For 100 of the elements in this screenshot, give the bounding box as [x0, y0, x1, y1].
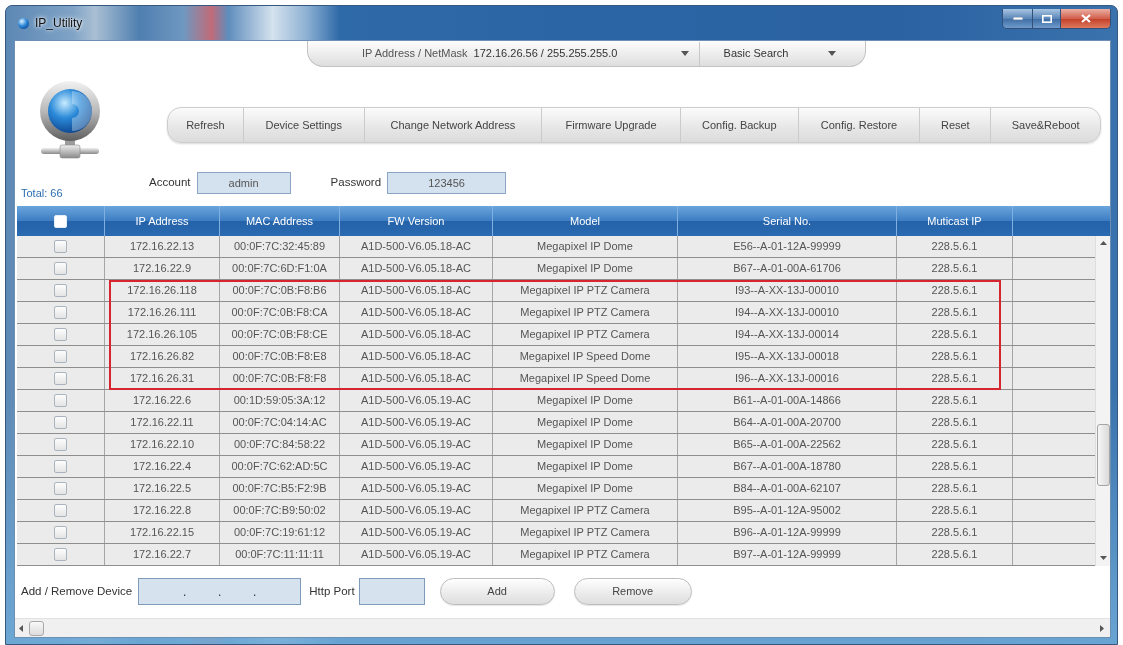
toolbar-button[interactable]: Firmware Upgrade	[542, 108, 681, 142]
table-cell: 228.5.6.1	[896, 258, 1013, 279]
table-cell: Megapixel IP Dome	[492, 478, 677, 499]
add-button[interactable]: Add	[439, 578, 555, 605]
remove-button[interactable]: Remove	[573, 578, 692, 605]
table-cell: 228.5.6.1	[896, 456, 1013, 477]
row-checkbox[interactable]	[54, 372, 67, 385]
row-checkbox[interactable]	[54, 482, 67, 495]
caret-icon	[680, 51, 689, 56]
table-row[interactable]: 172.16.22.5 00:0F:7C:B5:F2:9B A1D-500-V6.05.19-AC Megapixel IP Dome B84--A-01-00A-62107 228.5.6.1	[17, 478, 1095, 500]
table-row[interactable]: 172.16.26.31 00:0F:7C:0B:F8:F8 A1D-500-V6.05.18-AC Megapixel IP Speed Dome I96--A-XX-13J-00016 228.5.6.1	[17, 368, 1095, 390]
table-row[interactable]: 172.16.22.9 00:0F:7C:6D:F1:0A A1D-500-V6.05.18-AC Megapixel IP Dome B67--A-01-00A-61706 228.5.6.1	[17, 258, 1095, 280]
minimize-button[interactable]	[1003, 9, 1033, 28]
toolbar-button[interactable]: Change Network Address	[364, 108, 543, 142]
table-cell: 172.16.26.82	[104, 346, 219, 367]
table-row[interactable]: 172.16.22.13 00:0F:7C:32:45:89 A1D-500-V6.05.18-AC Megapixel IP Dome E56--A-01-12A-99999 228.5.6.1	[17, 236, 1095, 258]
account-field[interactable]: admin	[196, 172, 291, 194]
table-row[interactable]: 172.16.22.8 00:0F:7C:B9:50:02 A1D-500-V6.05.19-AC Megapixel IP PTZ Camera B95--A-01-12A-95002 228.5.6.1	[17, 500, 1095, 522]
row-checkbox[interactable]	[54, 526, 67, 539]
table-cell: Megapixel IP Dome	[492, 434, 677, 455]
row-checkbox[interactable]	[54, 548, 67, 561]
close-icon	[1080, 14, 1091, 23]
table-cell: Megapixel IP Speed Dome	[492, 346, 677, 367]
vertical-scrollbar[interactable]	[1095, 236, 1110, 566]
horizontal-scrollbar[interactable]	[15, 618, 1110, 637]
row-checkbox[interactable]	[54, 460, 67, 473]
table-row[interactable]: 172.16.26.118 00:0F:7C:0B:F8:B6 A1D-500-V6.05.18-AC Megapixel IP PTZ Camera I93--A-XX-13J-00010 228.5.6.1	[17, 280, 1095, 302]
total-count: Total: 66	[21, 185, 63, 201]
toolbar-button[interactable]: Device Settings	[243, 108, 365, 142]
table-cell: 172.16.22.5	[104, 478, 219, 499]
password-field[interactable]: 123456	[387, 172, 507, 194]
row-checkbox[interactable]	[54, 262, 67, 275]
row-checkbox[interactable]	[54, 504, 67, 517]
table-row[interactable]: 172.16.26.105 00:0F:7C:0B:F8:CE A1D-500-V6.05.18-AC Megapixel IP PTZ Camera I94--A-XX-13J-00014 228.5.6.1	[17, 324, 1095, 346]
down-arrow-icon[interactable]	[1100, 556, 1107, 560]
table-cell: A1D-500-V6.05.19-AC	[339, 434, 492, 455]
table-cell: Megapixel IP Dome	[492, 258, 677, 279]
ip-address-field[interactable]: . . .	[138, 578, 302, 605]
row-checkbox[interactable]	[54, 284, 67, 297]
table-cell: 228.5.6.1	[896, 346, 1013, 367]
table-row[interactable]: 172.16.22.15 00:0F:7C:19:61:12 A1D-500-V6.05.19-AC Megapixel IP PTZ Camera B96--A-01-12A-99999 228.5.6.1	[17, 522, 1095, 544]
row-checkbox[interactable]	[54, 438, 67, 451]
table-cell: Megapixel IP Speed Dome	[492, 368, 677, 389]
table-cell: A1D-500-V6.05.19-AC	[339, 478, 492, 499]
table-cell: B67--A-01-00A-61706	[677, 258, 896, 279]
right-arrow-icon[interactable]	[1100, 624, 1104, 632]
row-checkbox[interactable]	[54, 350, 67, 363]
table-cell: Megapixel IP Dome	[492, 456, 677, 477]
row-checkbox[interactable]	[54, 240, 67, 253]
toolbar-button[interactable]: Refresh	[168, 108, 244, 142]
table-cell: 228.5.6.1	[896, 368, 1013, 389]
scrollbar-thumb[interactable]	[1097, 424, 1110, 486]
table-cell: 172.16.22.9	[104, 258, 219, 279]
maximize-button[interactable]	[1033, 9, 1061, 28]
table-cell: 228.5.6.1	[896, 280, 1013, 301]
table-cell: 00:0F:7C:B5:F2:9B	[219, 478, 339, 499]
table-cell: 00:0F:7C:32:45:89	[219, 236, 339, 257]
scrollbar-thumb[interactable]	[29, 620, 44, 636]
table-cell: Megapixel IP PTZ Camera	[492, 324, 677, 345]
table-row[interactable]: 172.16.26.111 00:0F:7C:0B:F8:CA A1D-500-V6.05.18-AC Megapixel IP PTZ Camera I94--A-XX-13J-00010 228.5.6.1	[17, 302, 1095, 324]
table-cell: 00:0F:7C:0B:F8:F8	[219, 368, 339, 389]
table-cell: Megapixel IP PTZ Camera	[492, 544, 677, 565]
table-cell: A1D-500-V6.05.18-AC	[339, 346, 492, 367]
toolbar-button[interactable]: Config. Backup	[680, 108, 799, 142]
row-checkbox[interactable]	[54, 328, 67, 341]
toolbar-button[interactable]: Config. Restore	[798, 108, 921, 142]
netmask-label: IP Address / NetMask	[362, 46, 468, 62]
table-cell: Megapixel IP Dome	[492, 236, 677, 257]
table-row[interactable]: 172.16.22.6 00:1D:59:05:3A:12 A1D-500-V6.05.19-AC Megapixel IP Dome B61--A-01-00A-14866 228.5.6.1	[17, 390, 1095, 412]
table-row[interactable]: 172.16.22.4 00:0F:7C:62:AD:5C A1D-500-V6.05.19-AC Megapixel IP Dome B67--A-01-00A-18780 228.5.6.1	[17, 456, 1095, 478]
table-row[interactable]: 172.16.22.7 00:0F:7C:11:11:11 A1D-500-V6.05.19-AC Megapixel IP PTZ Camera B97--A-01-12A-99999 228.5.6.1	[17, 544, 1095, 566]
table-cell: 228.5.6.1	[896, 544, 1013, 565]
toolbar-button[interactable]: Reset	[920, 108, 992, 142]
row-checkbox[interactable]	[54, 306, 67, 319]
table-cell: 172.16.22.11	[104, 412, 219, 433]
table-cell: 00:0F:7C:0B:F8:E8	[219, 346, 339, 367]
up-arrow-icon[interactable]	[1100, 241, 1107, 245]
left-arrow-icon[interactable]	[19, 624, 23, 632]
table-cell: A1D-500-V6.05.19-AC	[339, 456, 492, 477]
select-all-checkbox[interactable]	[54, 214, 67, 228]
table-cell: 00:0F:7C:11:11:11	[219, 544, 339, 565]
table-row[interactable]: 172.16.22.10 00:0F:7C:84:58:22 A1D-500-V6.05.19-AC Megapixel IP Dome B65--A-01-00A-22562 228.5.6.1	[17, 434, 1095, 456]
row-checkbox[interactable]	[54, 416, 67, 429]
table-row[interactable]: 172.16.26.82 00:0F:7C:0B:F8:E8 A1D-500-V6.05.18-AC Megapixel IP Speed Dome I95--A-XX-13J-00018 228.5.6.1	[17, 346, 1095, 368]
table-cell: 00:0F:7C:0B:F8:CE	[219, 324, 339, 345]
table-cell: B67--A-01-00A-18780	[677, 456, 896, 477]
table-cell: A1D-500-V6.05.19-AC	[339, 544, 492, 565]
table-cell: 228.5.6.1	[896, 302, 1013, 323]
search-mode-dropdown[interactable]: Basic Search	[699, 41, 850, 66]
table-cell: Megapixel IP Dome	[492, 390, 677, 411]
network-dropdown[interactable]: 172.16.26.56 / 255.255.255.0	[473, 41, 700, 66]
table-cell: Megapixel IP PTZ Camera	[492, 522, 677, 543]
http-port-field[interactable]	[358, 578, 425, 605]
table-cell: 172.16.22.7	[104, 544, 219, 565]
close-button[interactable]	[1061, 9, 1110, 28]
row-checkbox[interactable]	[54, 394, 67, 407]
table-cell: 00:0F:7C:62:AD:5C	[219, 456, 339, 477]
toolbar-button[interactable]: Save&Reboot	[991, 108, 1100, 142]
table-row[interactable]: 172.16.22.11 00:0F:7C:04:14:AC A1D-500-V6.05.19-AC Megapixel IP Dome B64--A-01-00A-20700 228.5.6.1	[17, 412, 1095, 434]
table-cell: A1D-500-V6.05.18-AC	[339, 280, 492, 301]
